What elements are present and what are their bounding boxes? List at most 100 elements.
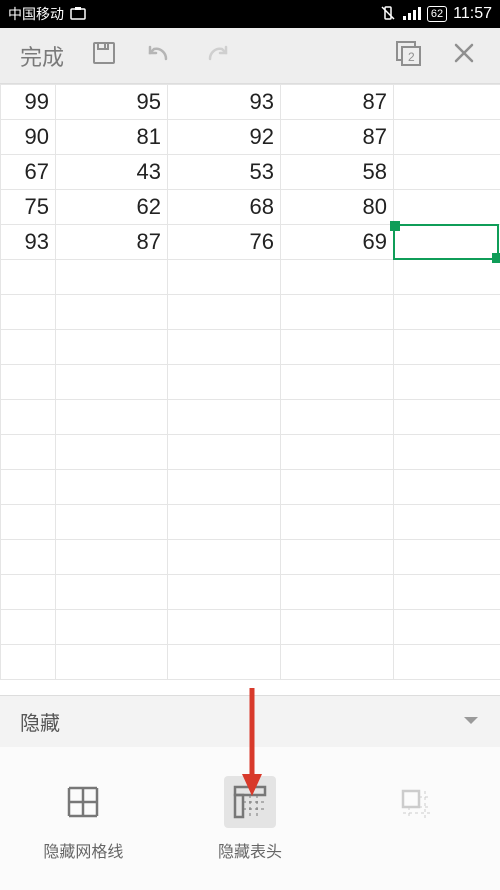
vibrate-icon — [379, 5, 397, 24]
cell[interactable] — [168, 435, 281, 470]
cell[interactable] — [56, 400, 168, 435]
cell[interactable] — [1, 435, 56, 470]
cell[interactable]: 87 — [56, 225, 168, 260]
cell[interactable] — [394, 155, 500, 190]
cell[interactable] — [394, 505, 500, 540]
cell[interactable] — [56, 330, 168, 365]
redo-button[interactable] — [188, 28, 244, 84]
cell[interactable] — [281, 470, 394, 505]
cell[interactable]: 62 — [56, 190, 168, 225]
cell[interactable] — [394, 260, 500, 295]
cell[interactable] — [56, 365, 168, 400]
cell[interactable] — [168, 575, 281, 610]
cell[interactable] — [1, 610, 56, 645]
hide-headers-tool[interactable]: 隐藏表头 — [167, 747, 334, 890]
spreadsheet[interactable]: 9995938790819287674353587562688093877669 — [0, 84, 500, 695]
cell[interactable] — [168, 610, 281, 645]
cell[interactable] — [281, 400, 394, 435]
cell[interactable]: 53 — [168, 155, 281, 190]
cell[interactable] — [168, 645, 281, 680]
cell[interactable] — [168, 365, 281, 400]
cell[interactable]: 69 — [281, 225, 394, 260]
cell[interactable]: 87 — [281, 120, 394, 155]
panel-header[interactable]: 隐藏 — [0, 695, 500, 747]
cell[interactable] — [394, 610, 500, 645]
cell[interactable]: 68 — [168, 190, 281, 225]
cell[interactable] — [281, 260, 394, 295]
status-bar: 中国移动 62 11:57 — [0, 0, 500, 28]
cell[interactable] — [281, 435, 394, 470]
cell[interactable] — [281, 365, 394, 400]
cell[interactable] — [281, 610, 394, 645]
cell[interactable] — [394, 295, 500, 330]
cell[interactable] — [56, 610, 168, 645]
cell[interactable]: 76 — [168, 225, 281, 260]
cell[interactable]: 80 — [281, 190, 394, 225]
cell[interactable] — [56, 505, 168, 540]
cell[interactable] — [56, 470, 168, 505]
cell[interactable]: 87 — [281, 85, 394, 120]
cell[interactable]: 81 — [56, 120, 168, 155]
cell[interactable]: 95 — [56, 85, 168, 120]
cell[interactable] — [56, 295, 168, 330]
cell[interactable] — [394, 225, 500, 260]
undo-button[interactable] — [132, 28, 188, 84]
cell[interactable] — [56, 575, 168, 610]
cell[interactable] — [394, 400, 500, 435]
cell[interactable] — [394, 85, 500, 120]
hide-gridlines-tool[interactable]: 隐藏网格线 — [0, 747, 167, 890]
cell[interactable] — [1, 295, 56, 330]
cell[interactable] — [168, 400, 281, 435]
cell[interactable] — [394, 470, 500, 505]
cell[interactable] — [1, 330, 56, 365]
cell[interactable] — [56, 435, 168, 470]
cell[interactable] — [1, 400, 56, 435]
cell[interactable] — [168, 295, 281, 330]
redo-icon — [202, 41, 230, 70]
save-button[interactable] — [76, 28, 132, 84]
cell[interactable] — [1, 505, 56, 540]
cell[interactable] — [1, 575, 56, 610]
cell[interactable] — [281, 295, 394, 330]
windows-button[interactable]: 2 — [380, 28, 436, 84]
cell[interactable] — [1, 365, 56, 400]
cell[interactable] — [1, 540, 56, 575]
cell[interactable] — [394, 645, 500, 680]
cell[interactable] — [56, 540, 168, 575]
cell[interactable] — [394, 435, 500, 470]
cell[interactable] — [281, 645, 394, 680]
hide-extra-tool — [333, 747, 500, 890]
cell[interactable]: 67 — [1, 155, 56, 190]
cell[interactable] — [394, 190, 500, 225]
cell[interactable]: 58 — [281, 155, 394, 190]
cell[interactable] — [281, 505, 394, 540]
cell[interactable]: 99 — [1, 85, 56, 120]
cell[interactable] — [281, 575, 394, 610]
cell[interactable] — [56, 260, 168, 295]
cell[interactable] — [168, 540, 281, 575]
cell[interactable] — [1, 470, 56, 505]
windows-icon: 2 — [394, 39, 422, 72]
cell[interactable]: 43 — [56, 155, 168, 190]
cell[interactable] — [394, 330, 500, 365]
close-button[interactable] — [436, 28, 492, 84]
cell[interactable]: 90 — [1, 120, 56, 155]
cell[interactable] — [281, 330, 394, 365]
cell[interactable] — [394, 120, 500, 155]
cell[interactable]: 92 — [168, 120, 281, 155]
cell[interactable] — [394, 365, 500, 400]
cell[interactable] — [1, 260, 56, 295]
cell[interactable] — [56, 645, 168, 680]
cell[interactable] — [394, 575, 500, 610]
cell[interactable] — [1, 645, 56, 680]
cell[interactable] — [168, 330, 281, 365]
done-button[interactable]: 完成 — [8, 28, 76, 84]
cell[interactable]: 75 — [1, 190, 56, 225]
cell[interactable] — [168, 470, 281, 505]
cell[interactable]: 93 — [168, 85, 281, 120]
cell[interactable]: 93 — [1, 225, 56, 260]
cell[interactable] — [281, 540, 394, 575]
cell[interactable] — [168, 505, 281, 540]
cell[interactable] — [168, 260, 281, 295]
cell[interactable] — [394, 540, 500, 575]
